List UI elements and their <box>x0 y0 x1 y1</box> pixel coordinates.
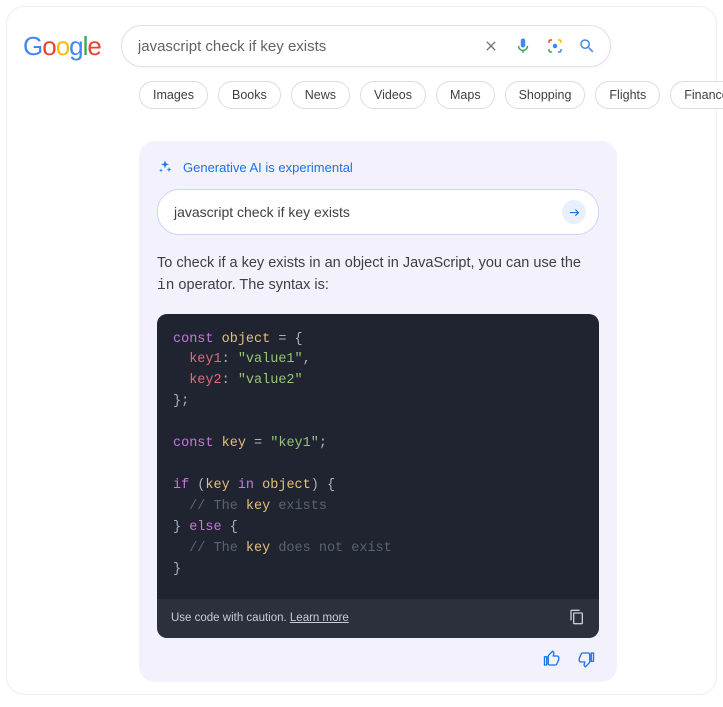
filter-chips: Images Books News Videos Maps Shopping F… <box>19 67 704 113</box>
thumbs-up-icon[interactable] <box>543 650 561 668</box>
copy-icon[interactable] <box>569 609 585 628</box>
google-logo[interactable]: Google <box>23 31 101 62</box>
ai-badge-text: Generative AI is experimental <box>183 160 353 175</box>
chip-flights[interactable]: Flights <box>595 81 660 109</box>
ai-prompt-text: javascript check if key exists <box>174 204 562 220</box>
chip-videos[interactable]: Videos <box>360 81 426 109</box>
generative-ai-panel: Generative AI is experimental javascript… <box>139 141 617 682</box>
lens-icon[interactable] <box>546 37 564 55</box>
chip-news[interactable]: News <box>291 81 350 109</box>
submit-arrow-icon[interactable] <box>562 200 586 224</box>
search-input[interactable] <box>138 38 482 55</box>
ai-explanation: To check if a key exists in an object in… <box>157 253 599 298</box>
chip-maps[interactable]: Maps <box>436 81 495 109</box>
sparkle-icon <box>157 159 173 175</box>
learn-more-link[interactable]: Learn more <box>290 612 349 624</box>
chip-finance[interactable]: Finance <box>670 81 723 109</box>
caution-text: Use code with caution. <box>171 612 287 624</box>
chip-shopping[interactable]: Shopping <box>505 81 586 109</box>
feedback-bar <box>157 638 599 672</box>
code-footer: Use code with caution. Learn more <box>157 599 599 638</box>
search-icon[interactable] <box>578 37 596 55</box>
code-block: const object = { key1: "value1", key2: "… <box>157 314 599 599</box>
thumbs-down-icon[interactable] <box>577 650 595 668</box>
search-bar[interactable] <box>121 25 611 67</box>
chip-books[interactable]: Books <box>218 81 281 109</box>
chip-images[interactable]: Images <box>139 81 208 109</box>
clear-icon[interactable] <box>482 37 500 55</box>
ai-prompt-box[interactable]: javascript check if key exists <box>157 189 599 235</box>
voice-search-icon[interactable] <box>514 37 532 55</box>
